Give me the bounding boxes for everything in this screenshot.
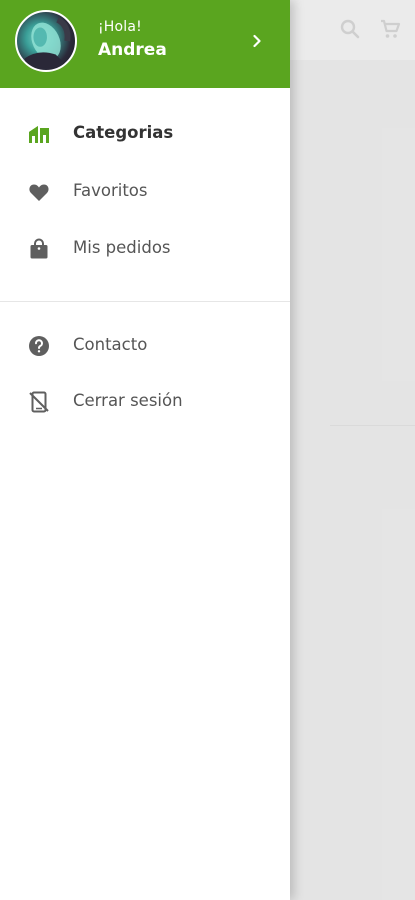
chevron-right-icon[interactable]	[247, 31, 267, 51]
menu-item-categorias[interactable]: Categorias	[0, 108, 290, 160]
shopping-bag-icon	[27, 237, 51, 261]
help-icon	[27, 334, 51, 358]
menu-item-label: Mis pedidos	[73, 238, 171, 257]
menu-item-mis-pedidos[interactable]: Mis pedidos	[0, 223, 290, 275]
menu-item-contacto[interactable]: Contacto	[0, 320, 290, 372]
menu-item-favoritos[interactable]: Favoritos	[0, 166, 290, 218]
avatar[interactable]	[15, 10, 77, 72]
heart-icon	[27, 180, 51, 204]
greeting-text: ¡Hola!	[98, 19, 142, 35]
home-icon	[27, 122, 51, 146]
drawer-header[interactable]: ¡Hola! Andrea	[0, 0, 290, 88]
menu-item-label: Cerrar sesión	[73, 391, 183, 410]
logout-phone-icon	[27, 390, 51, 414]
menu-item-label: Categorias	[73, 123, 174, 142]
menu-item-cerrar-sesion[interactable]: Cerrar sesión	[0, 376, 290, 428]
navigation-drawer: ¡Hola! Andrea Categorias Favoritos Mis p…	[0, 0, 290, 900]
username-text: Andrea	[98, 40, 167, 60]
menu-divider	[0, 301, 290, 302]
menu-item-label: Favoritos	[73, 181, 148, 200]
menu-item-label: Contacto	[73, 335, 148, 354]
